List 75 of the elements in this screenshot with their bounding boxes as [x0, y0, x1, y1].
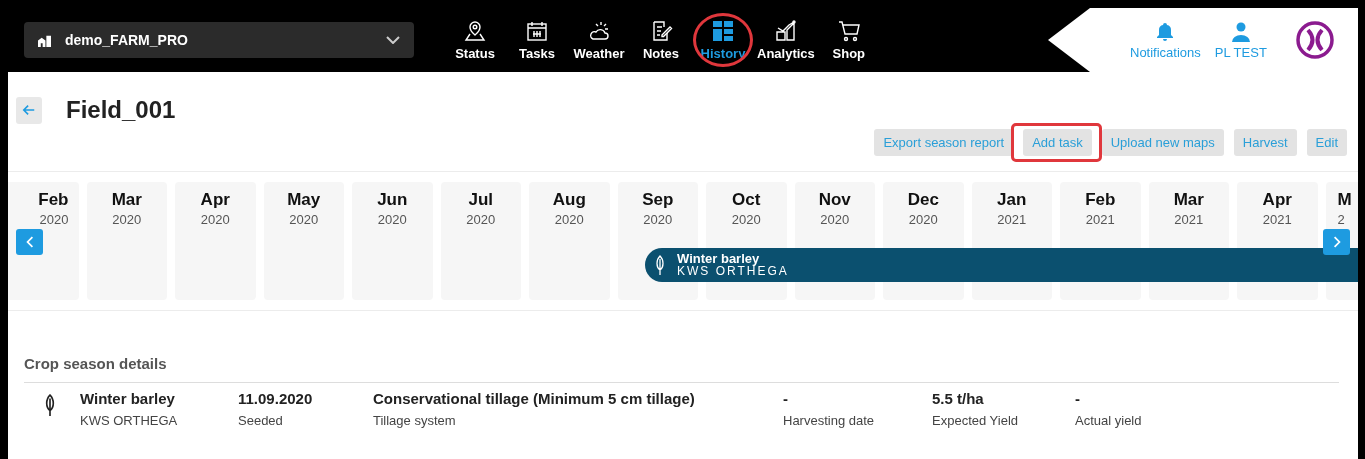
year-label: 2020	[112, 212, 142, 227]
detail-label: Seeded	[238, 413, 284, 428]
detail-label: Actual yield	[1075, 413, 1142, 428]
field-title: Field_001	[66, 96, 176, 124]
month-label: Jul	[468, 190, 494, 210]
crop-variety: KWS ORTHEGA	[80, 413, 179, 428]
detail-value: Conservational tillage (Minimum 5 cm tillage)	[373, 390, 696, 407]
year-label: 2021	[1262, 212, 1292, 227]
detail-value: -	[783, 390, 789, 407]
month-label: Jun	[377, 190, 408, 210]
scroll-right-button[interactable]	[1323, 229, 1350, 255]
section-title: Crop season details	[24, 355, 1339, 383]
arrow-left-icon	[22, 103, 36, 117]
nav-tab[interactable]: Notes	[630, 19, 692, 61]
crop-variety: KWS ORTHEGA	[677, 265, 789, 278]
month-label: Apr	[200, 190, 230, 210]
nav-tab[interactable]: Status	[444, 19, 506, 61]
detail-label: Harvesting date	[783, 413, 876, 428]
month-label: M	[1337, 190, 1352, 210]
crop-name: Winter barley	[80, 390, 176, 407]
year-label: 2020	[554, 212, 584, 227]
grain-icon	[655, 255, 665, 275]
year-label: 2020	[289, 212, 319, 227]
farm-dropdown[interactable]: demo_FARM_PRO	[24, 22, 414, 58]
bell-icon	[1155, 22, 1176, 42]
month-label: May	[287, 190, 321, 210]
month-label: Aug	[552, 190, 586, 210]
year-label: 2020	[466, 212, 496, 227]
crop-season-bar[interactable]: Winter barley KWS ORTHEGA	[645, 248, 1358, 282]
nav-tab[interactable]: Weather	[568, 19, 630, 61]
chevron-down-icon	[386, 36, 400, 44]
detail-value: 11.09.2020	[238, 390, 314, 407]
month-label: Mar	[1173, 190, 1204, 210]
back-button[interactable]	[16, 96, 42, 124]
crop-name: Winter barley	[677, 252, 760, 265]
nav-tab[interactable]: Tasks	[506, 19, 568, 61]
grain-icon	[44, 394, 56, 416]
month-label: Dec	[907, 190, 939, 210]
year-label: 2021	[997, 212, 1027, 227]
detail-value: 5.5 t/ha	[932, 390, 985, 407]
month-label: Feb	[1085, 190, 1116, 210]
year-label: 2021	[1174, 212, 1204, 227]
calendar-icon	[525, 19, 549, 43]
year-label: 2021	[1085, 212, 1115, 227]
logo-icon	[1294, 20, 1335, 60]
month-label: Apr	[1262, 190, 1292, 210]
scroll-left-button[interactable]	[16, 229, 43, 255]
detail-label: Tillage system	[373, 413, 457, 428]
year-label: 2020	[908, 212, 938, 227]
year-label: 2020	[643, 212, 673, 227]
chart-icon	[773, 19, 798, 43]
year-label: 2020	[377, 212, 407, 227]
month-label: Sep	[642, 190, 674, 210]
layout-icon	[711, 19, 735, 43]
year-label: 2020	[39, 212, 69, 227]
month-label: Mar	[111, 190, 142, 210]
nav-tab[interactable]: Analytics	[754, 19, 818, 61]
month-label: Oct	[732, 190, 761, 210]
map-pin-icon	[463, 19, 487, 43]
weather-icon	[587, 19, 611, 43]
detail-value: -	[1075, 390, 1081, 407]
year-label: 2020	[820, 212, 850, 227]
detail-label: Expected Yield	[932, 413, 1019, 428]
month-label: Jan	[997, 190, 1027, 210]
year-label: 2020	[200, 212, 230, 227]
chevron-left-icon	[25, 235, 34, 249]
farm-icon	[38, 33, 51, 47]
nav-tab[interactable]: Shop	[817, 19, 880, 61]
user-icon	[1230, 22, 1251, 42]
month-label: Nov	[818, 190, 851, 210]
year-label: 2020	[731, 212, 761, 227]
month-label: Feb	[38, 190, 69, 210]
chevron-right-icon	[1332, 235, 1341, 249]
cart-icon	[836, 19, 861, 43]
year-label: 2	[1337, 212, 1345, 227]
